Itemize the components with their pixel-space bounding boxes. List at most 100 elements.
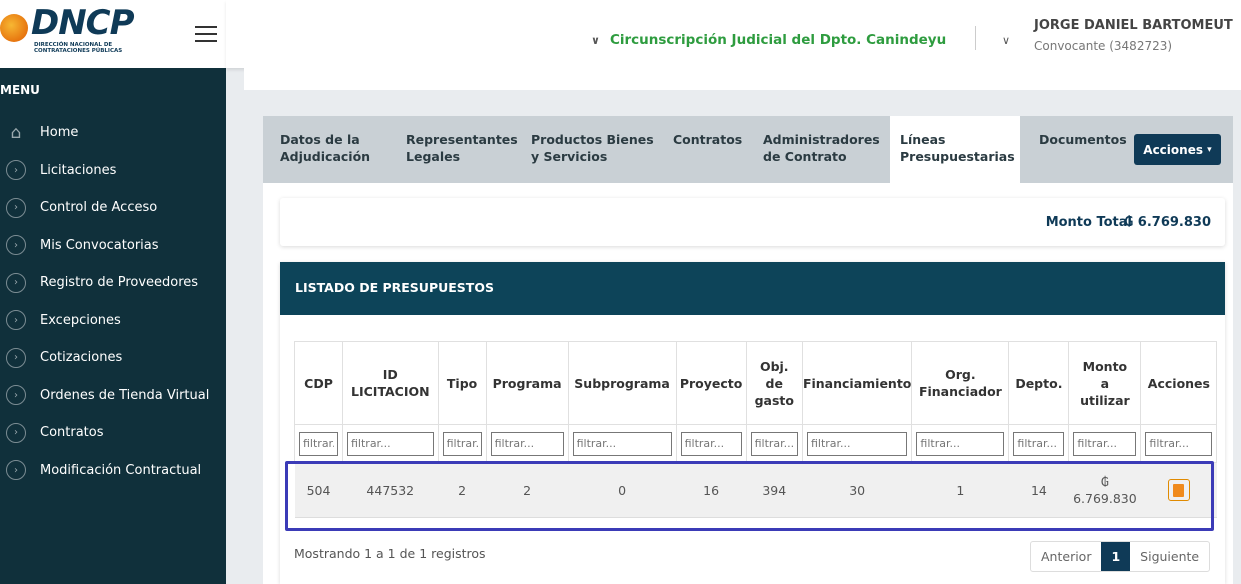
tab-label: Contratos: [673, 132, 743, 147]
filter-input-obj-gasto[interactable]: [750, 431, 798, 456]
tab-label: de Contrato: [763, 149, 847, 164]
header-divider: [975, 26, 976, 50]
tab-label: y Servicios: [531, 149, 608, 164]
hamburger-menu-icon[interactable]: [195, 26, 217, 42]
tab-documentos[interactable]: Documentos: [1039, 116, 1127, 183]
filter-cell: [294, 424, 343, 463]
filter-cell: [675, 424, 747, 463]
user-role: Convocante (3482723): [1034, 39, 1173, 53]
sidebar-item-excepciones[interactable]: › Excepciones: [0, 302, 226, 340]
filter-input-financiamiento[interactable]: [806, 431, 908, 456]
monto-total-card: Monto Total ₲ 6.769.830: [280, 198, 1225, 246]
column-header[interactable]: ID LICITACION: [342, 341, 439, 425]
chevron-circle-icon: ›: [6, 235, 26, 256]
acciones-label: Acciones: [1143, 142, 1203, 157]
monto-total-value: ₲ 6.769.830: [1124, 215, 1211, 230]
sidebar: DNCP DIRECCIÓN NACIONAL DE CONTRATACIONE…: [0, 0, 226, 584]
sidebar-item-licitaciones[interactable]: › Licitaciones: [0, 152, 226, 190]
filter-cell: [567, 424, 677, 463]
tab-label: Productos Bienes: [531, 132, 654, 147]
sidebar-item-ordenes-tienda[interactable]: › Ordenes de Tienda Virtual: [0, 377, 226, 415]
column-header[interactable]: Programa: [485, 341, 569, 425]
tab-bar: Datos de la Adjudicación Representantes Le…: [263, 116, 1233, 183]
menu-title: MENU: [0, 83, 40, 97]
filter-cell: [1068, 424, 1142, 463]
chevron-circle-icon: ›: [6, 160, 26, 181]
tab-lineas-presupuestarias[interactable]: Líneas Presupuestarias: [890, 116, 1020, 183]
column-header[interactable]: Depto.: [1008, 341, 1070, 425]
sidebar-item-label: Contratos: [40, 425, 104, 441]
cell-monto: ₲ 6.769.830: [1068, 462, 1141, 518]
column-header[interactable]: Obj. de gasto: [745, 341, 803, 425]
filter-input-programa[interactable]: [490, 431, 564, 456]
caret-down-icon: ▾: [1207, 144, 1212, 155]
tab-datos-adjudicacion[interactable]: Datos de la Adjudicación: [280, 116, 370, 183]
pagination: Anterior 1 Siguiente: [1030, 541, 1211, 572]
presupuestos-table: CDP ID LICITACION Tipo Programa Subprogr…: [294, 341, 1218, 518]
tab-label: Representantes: [406, 132, 518, 147]
tab-label: Adjudicación: [280, 149, 371, 164]
cell-cdp: 504: [294, 462, 343, 518]
filter-input-proyecto[interactable]: [680, 431, 742, 456]
trash-icon: [1173, 483, 1185, 497]
filter-input-acciones[interactable]: [1145, 431, 1213, 456]
filter-input-depto[interactable]: [1013, 431, 1065, 456]
circunscripcion-label: Circunscripción Judicial del Dpto. Canin…: [609, 32, 947, 48]
monto-value: 6.769.830: [1073, 491, 1137, 506]
sidebar-item-cotizaciones[interactable]: › Cotizaciones: [0, 339, 226, 377]
column-header[interactable]: Org. Financiador: [911, 341, 1010, 425]
sidebar-item-label: Control de Acceso: [40, 200, 158, 216]
user-name[interactable]: JORGE DANIEL BARTOMEUT: [1034, 18, 1233, 33]
column-header[interactable]: Tipo: [437, 341, 487, 425]
column-header[interactable]: Subprograma: [567, 341, 677, 425]
column-header[interactable]: Proyecto: [675, 341, 747, 425]
content-top-strip: [244, 68, 1241, 90]
pager-next-button[interactable]: Siguiente: [1130, 542, 1209, 571]
acciones-dropdown-button[interactable]: Acciones ▾: [1134, 134, 1221, 165]
sidebar-item-label: Cotizaciones: [40, 350, 123, 366]
delete-button[interactable]: [1167, 479, 1190, 501]
column-header[interactable]: Monto a utilizar: [1068, 341, 1142, 425]
filter-input-org-financiador[interactable]: [916, 431, 1005, 456]
filter-cell: [437, 424, 487, 463]
filter-cell: [342, 424, 439, 463]
sidebar-item-home[interactable]: ⌂ Home: [0, 114, 226, 152]
pager-page-1[interactable]: 1: [1101, 542, 1131, 571]
sidebar-item-mis-convocatorias[interactable]: › Mis Convocatorias: [0, 227, 226, 265]
sidebar-item-label: Ordenes de Tienda Virtual: [40, 387, 210, 403]
tab-label: Administradores: [763, 132, 880, 147]
chevron-circle-icon: ›: [6, 422, 26, 443]
chevron-circle-icon: ›: [6, 385, 26, 406]
filter-cell: [911, 424, 1010, 463]
cell-acciones: [1140, 462, 1217, 518]
cell-programa: 2: [486, 462, 569, 518]
filter-input-subprograma[interactable]: [572, 431, 672, 456]
sidebar-item-contratos[interactable]: › Contratos: [0, 414, 226, 452]
logo-subtitle-line2: CONTRATACIONES PÚBLICAS: [34, 48, 123, 54]
circunscripcion-selector[interactable]: ∨ Circunscripción Judicial del Dpto. Cani…: [591, 32, 946, 48]
tab-contratos[interactable]: Contratos: [673, 116, 742, 183]
sidebar-item-control-acceso[interactable]: › Control de Acceso: [0, 189, 226, 227]
sidebar-item-registro-proveedores[interactable]: › Registro de Proveedores: [0, 264, 226, 302]
column-header[interactable]: Acciones: [1140, 341, 1218, 425]
column-header[interactable]: CDP: [294, 341, 343, 425]
filter-cell: [745, 424, 803, 463]
tab-administradores-contrato[interactable]: Administradores de Contrato: [763, 116, 880, 183]
tab-representantes-legales[interactable]: Representantes Legales: [406, 116, 518, 183]
filter-input-monto[interactable]: [1073, 431, 1137, 456]
filter-input-cdp[interactable]: [299, 431, 338, 456]
tab-label: Líneas: [900, 132, 946, 147]
filter-input-id-licitacion[interactable]: [347, 431, 434, 456]
logo-bar: DNCP DIRECCIÓN NACIONAL DE CONTRATACIONE…: [0, 0, 226, 68]
filter-cell: [1140, 424, 1218, 463]
top-header: ∨ Circunscripción Judicial del Dpto. Cani…: [226, 0, 1241, 68]
user-menu-chevron-icon[interactable]: ∨: [1002, 34, 1010, 47]
sidebar-item-modificacion-contractual[interactable]: › Modificación Contractual: [0, 452, 226, 490]
cell-subprograma: 0: [568, 462, 677, 518]
column-header[interactable]: Financiamiento: [801, 341, 913, 425]
pager-prev-button[interactable]: Anterior: [1031, 542, 1101, 571]
sidebar-nav: ⌂ Home › Licitaciones › Control de Acceso ›…: [0, 114, 226, 489]
cell-id-licitacion: 447532: [342, 462, 439, 518]
filter-input-tipo[interactable]: [442, 431, 482, 456]
tab-productos-bienes[interactable]: Productos Bienes y Servicios: [531, 116, 654, 183]
